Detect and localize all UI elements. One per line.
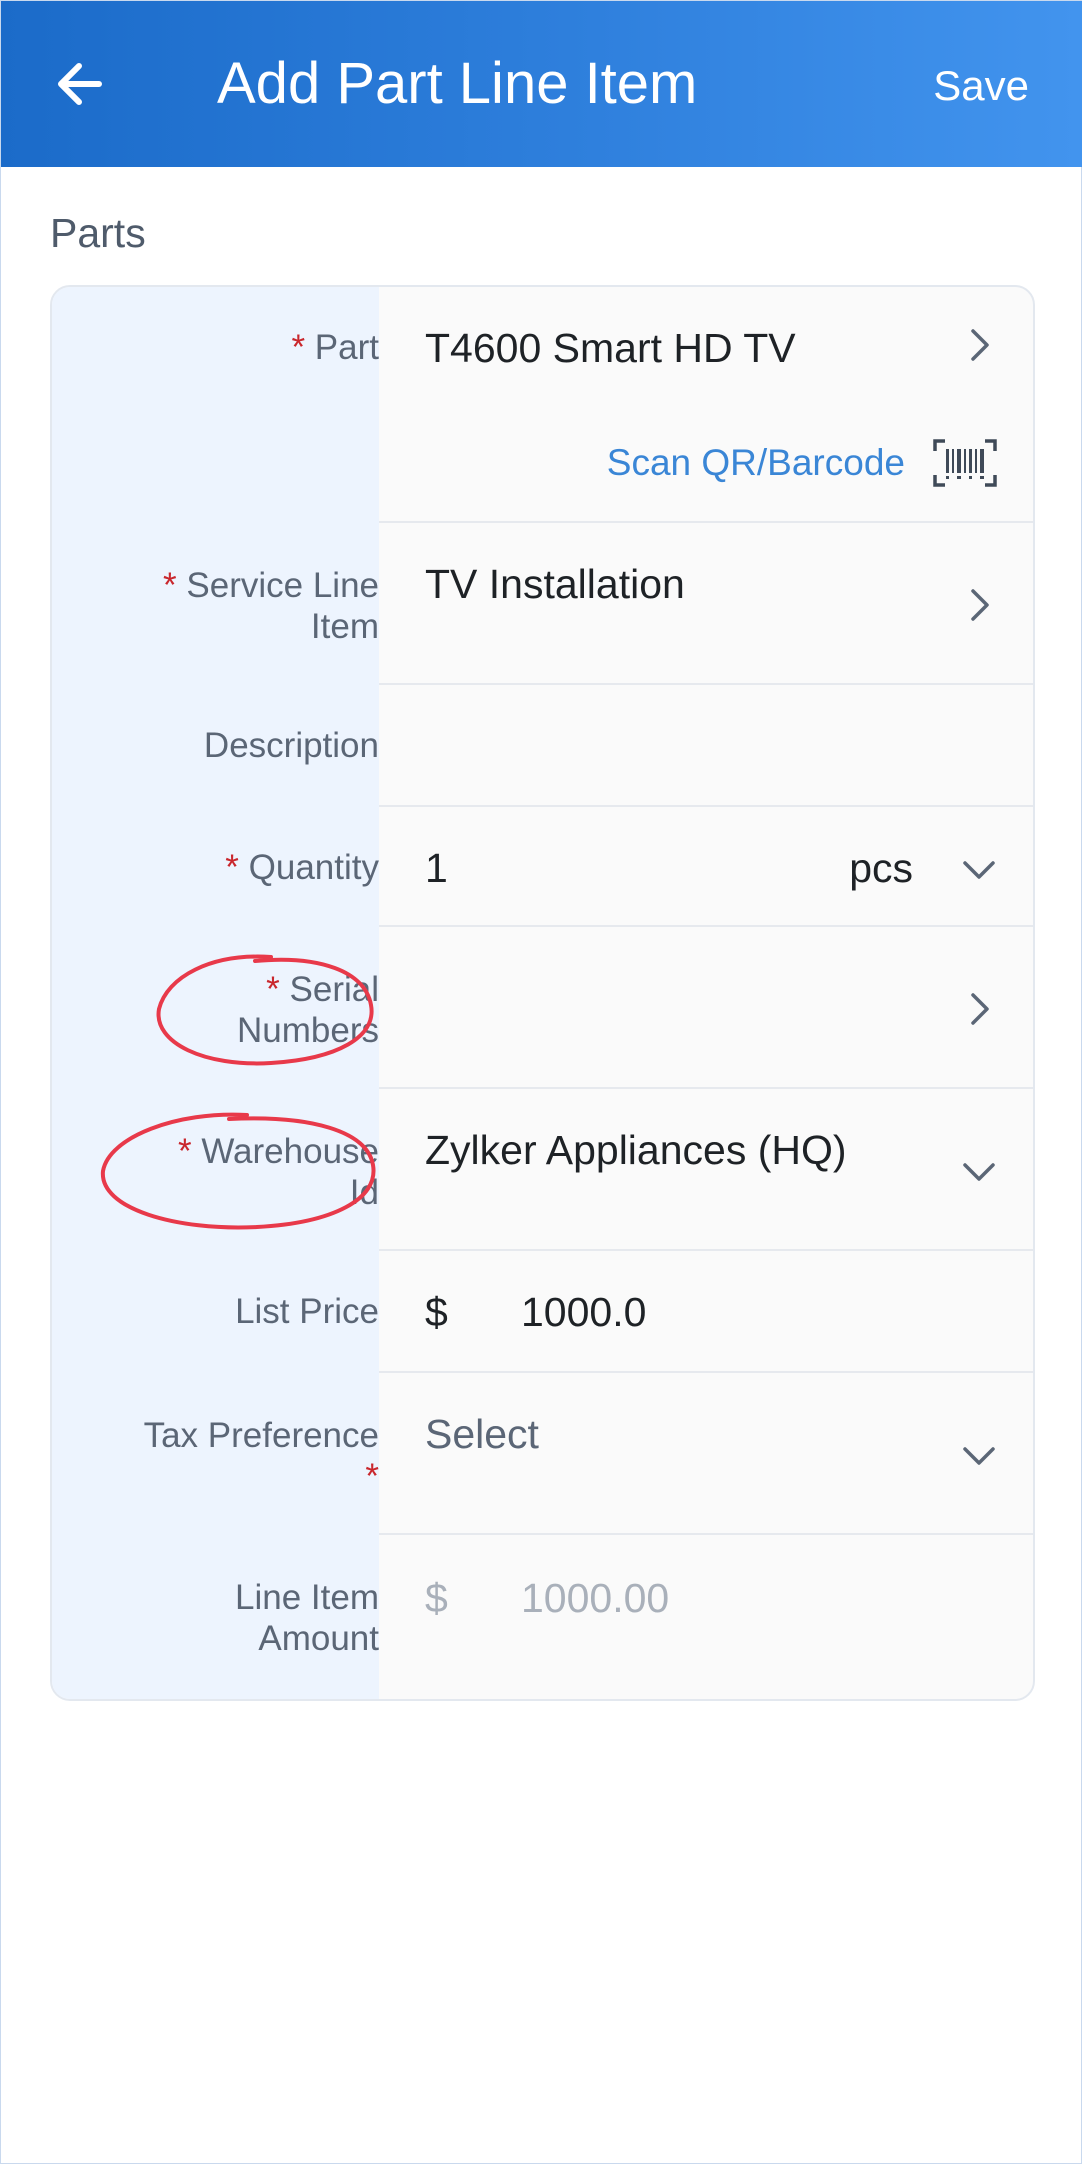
service-line-item-label: * Service Line Item (163, 566, 379, 646)
chevron-right-icon[interactable] (961, 327, 997, 363)
service-line-item-row[interactable]: * Service Line Item TV Installation (52, 523, 1033, 685)
barcode-icon[interactable] (933, 439, 997, 487)
parts-form-card: * Part T4600 Smart HD TV Scan QR/Barcode… (50, 285, 1035, 1701)
list-price-field[interactable]: 1000.0 (521, 1287, 646, 1337)
app-header: Add Part Line Item Save (1, 1, 1082, 167)
save-button[interactable]: Save (933, 61, 1029, 111)
part-label: * Part (291, 328, 379, 367)
warehouse-id-row[interactable]: * Warehouse Id Zylker Appliances (HQ) (52, 1089, 1033, 1251)
chevron-right-icon[interactable] (961, 991, 997, 1027)
warehouse-id-value[interactable]: Zylker Appliances (HQ) (425, 1125, 847, 1175)
line-item-amount-value: 1000.00 (521, 1575, 670, 1621)
tax-preference-label: Tax Preference * (143, 1416, 379, 1496)
page-title: Add Part Line Item (217, 51, 698, 116)
tax-preference-row[interactable]: Tax Preference * Select (52, 1373, 1033, 1535)
tax-preference-select[interactable]: Select (425, 1409, 539, 1459)
chevron-down-icon[interactable] (961, 1153, 997, 1189)
scan-barcode-link[interactable]: Scan QR/Barcode (607, 441, 905, 485)
currency-symbol: $ (425, 1575, 448, 1621)
back-arrow-icon[interactable] (49, 49, 119, 119)
serial-numbers-label: * Serial Numbers (237, 970, 379, 1050)
list-price-row[interactable]: List Price $ 1000.0 (52, 1251, 1033, 1373)
chevron-down-icon[interactable] (961, 1437, 997, 1473)
line-item-amount-label: Line Item Amount (235, 1578, 379, 1658)
serial-numbers-row[interactable]: * Serial Numbers (52, 927, 1033, 1089)
warehouse-id-label: * Warehouse Id (177, 1132, 379, 1212)
description-label: Description (203, 726, 379, 765)
list-price-label: List Price (235, 1292, 379, 1331)
section-title: Parts (50, 210, 146, 256)
chevron-down-icon[interactable] (961, 851, 997, 887)
service-line-item-value[interactable]: TV Installation (425, 559, 685, 609)
currency-symbol: $ (425, 1289, 448, 1335)
quantity-label: * Quantity (225, 848, 379, 887)
quantity-row[interactable]: * Quantity 1 pcs (52, 807, 1033, 927)
unit-select[interactable]: pcs (849, 843, 913, 893)
quantity-field[interactable]: 1 (425, 843, 448, 893)
part-row[interactable]: * Part T4600 Smart HD TV Scan QR/Barcode (52, 287, 1033, 523)
part-value[interactable]: T4600 Smart HD TV (425, 323, 796, 373)
chevron-right-icon[interactable] (961, 587, 997, 623)
description-row[interactable]: Description (52, 685, 1033, 807)
line-item-amount-row: Line Item Amount $ 1000.00 (52, 1535, 1033, 1699)
